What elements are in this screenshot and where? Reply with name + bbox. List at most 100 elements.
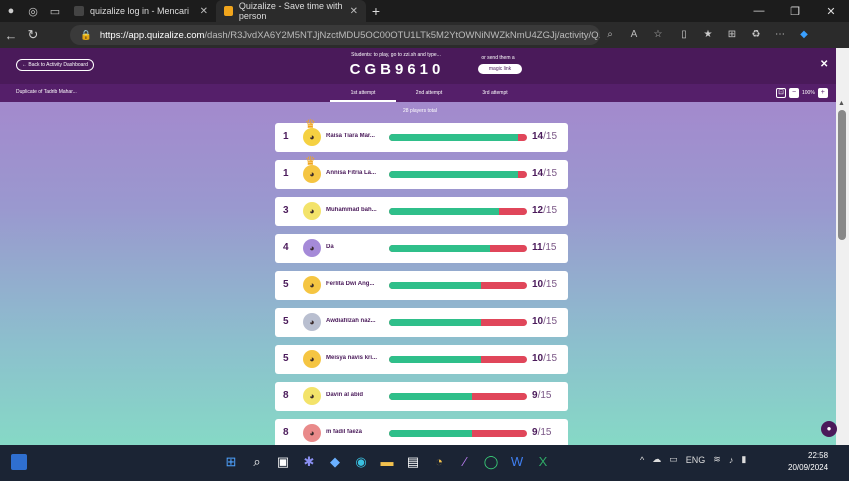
join-code: CGB9610 [349,61,445,78]
widgets-icon[interactable] [11,454,27,470]
browser-tab-active[interactable]: Quizalize - Save time with person ✕ [216,0,366,22]
score: 10/15 [532,279,558,290]
score-bar [389,245,527,252]
language-indicator[interactable]: ENG [686,455,706,465]
leaderboard-row[interactable]: 1 ◕ ♛ Raisa Tiara Mar... 14/15 [275,117,568,152]
search-icon[interactable]: ⌕ [246,451,268,473]
zoom-in-button[interactable]: + [817,88,828,98]
scrollbar[interactable]: ▲ [836,48,849,445]
magic-link-button[interactable]: magic link [478,64,522,74]
player-name: Annisa Fitria La... [326,170,377,176]
teams-icon[interactable]: ✱ [298,451,320,473]
windows-start-icon[interactable]: ⊞ [220,451,242,473]
more-menu-icon[interactable]: ⋯ [768,25,792,45]
leaderboard-row[interactable]: 8 ◕ Davin al abid 9/15 [275,382,568,411]
split-screen-icon[interactable]: ▯ [672,25,696,45]
keyboard-icon[interactable]: ▭ [669,454,678,465]
crown-icon: ♛ [305,117,316,131]
scroll-up-icon[interactable]: ▲ [838,100,845,107]
chevron-up-icon[interactable]: ^ [640,455,644,465]
restore-icon[interactable]: ❐ [777,5,813,18]
back-to-dashboard-button[interactable]: ← Back to Activity Dashboard [16,59,94,71]
leaderboard-row[interactable]: 3 ◕ Muhammad bah... 12/15 [275,197,568,226]
leaderboard-row[interactable]: 8 ◕ m fadil faeza 9/15 [275,419,568,445]
chat-icon[interactable]: ● [821,421,837,437]
rank: 5 [283,353,289,364]
rank: 3 [283,205,289,216]
taskbar: ⊞ ⌕ ▣ ✱ ◆ ◉ ▬ ▤ ◔ ⁄ ◯ W X ^ ☁ ▭ ENG ≋ ♪ … [0,445,849,481]
score-bar-fill [389,282,482,289]
players-total: 28 players total [403,108,437,114]
zoom-search-icon[interactable]: ⌕ [600,25,620,45]
favorite-star-icon[interactable]: ☆ [648,25,668,45]
player-name: Awdiafilzah naz... [326,318,376,324]
url-field[interactable]: 🔒 https://app.quizalize.com /dash/R3JvdX… [70,25,600,45]
whatsapp-icon[interactable]: ◯ [480,451,502,473]
score: 12/15 [532,205,558,216]
tab-1st-attempt[interactable]: 1st attempt [330,84,396,102]
extensions-icon[interactable]: ♻ [744,25,768,45]
score-bar [389,393,527,400]
crown-icon: ♛ [305,154,316,168]
collections-icon[interactable]: ⊞ [720,25,744,45]
refresh-icon[interactable]: ↻ [22,27,44,43]
copilot-icon[interactable]: ◆ [792,25,816,45]
read-aloud-icon[interactable]: A [624,25,644,45]
monster-avatar-icon: ◕ [303,276,321,294]
leaderboard-row[interactable]: 5 ◕ Ferlita Dwi Ang... 10/15 [275,271,568,300]
search-favicon-icon [74,6,84,16]
attempts-bar: Duplicate of Tadrib Mahar... 1st attempt… [0,84,836,102]
score-bar-fill [389,319,482,326]
leaderboard-row[interactable]: 5 ◕ Awdiafilzah naz... 10/15 [275,308,568,337]
tab-2nd-attempt[interactable]: 2nd attempt [396,84,462,102]
player-name: Ferlita Dwi Ang... [326,281,375,287]
address-bar-row: ← ↻ 🔒 https://app.quizalize.com /dash/R3… [0,22,849,48]
score-bar [389,319,527,326]
browser-tab[interactable]: quizalize log in - Mencari ✕ [66,0,216,22]
leaderboard-row[interactable]: 4 ◕ Da 11/15 [275,234,568,263]
new-tab-button[interactable]: + [366,3,386,19]
score-bar [389,171,527,178]
excel-icon[interactable]: X [532,451,554,473]
favorites-icon[interactable]: ★ [696,25,720,45]
close-window-icon[interactable]: ✕ [813,5,849,18]
file-explorer-icon[interactable]: ▬ [376,451,398,473]
weather-icon[interactable]: ☁ [652,454,661,465]
volume-icon[interactable]: ♪ [729,455,734,465]
tab-3rd-attempt[interactable]: 3rd attempt [462,84,528,102]
clock[interactable]: 22:58 20/09/2024 [788,450,828,474]
task-view-icon[interactable]: ▣ [272,451,294,473]
close-icon[interactable]: ✕ [820,59,828,70]
leaderboard-row[interactable]: 1 ◕ ♛ Annisa Fitria La... 14/15 [275,154,568,189]
activity-title: Duplicate of Tadrib Mahar... [16,89,77,95]
player-name: Da [326,244,334,250]
profile-icon[interactable]: ● [0,0,22,22]
app-icon[interactable]: ⁄ [454,451,476,473]
scrollbar-thumb[interactable] [838,110,846,240]
back-icon[interactable]: ← [0,28,22,43]
score-bar-fill [389,171,518,178]
expand-icon[interactable]: ⊡ [776,88,786,98]
leaderboard-row[interactable]: 5 ◕ Meisya navis kri... 10/15 [275,345,568,374]
workspaces-icon[interactable]: ◎ [22,0,44,22]
tab-actions-icon[interactable]: ▭ [44,0,66,22]
score-bar [389,430,527,437]
zoom-level: 100% [802,90,815,96]
edge-icon[interactable]: ◉ [350,451,372,473]
photos-icon[interactable]: ◆ [324,451,346,473]
word-icon[interactable]: W [506,451,528,473]
player-name: m fadil faeza [326,429,363,435]
score: 9/15 [532,390,552,401]
chrome-icon[interactable]: ◔ [428,451,450,473]
score: 11/15 [532,242,557,253]
monster-avatar-icon: ◕ [303,387,321,405]
zoom-out-button[interactable]: − [789,88,799,98]
battery-icon[interactable]: ▮ [741,454,746,465]
url-domain: https://app.quizalize.com [99,29,205,41]
wifi-icon[interactable]: ≋ [713,454,721,465]
join-instructions: Students: to play, go to zzi.sh and type… [351,52,441,58]
close-tab-icon[interactable]: ✕ [350,6,358,17]
minimize-icon[interactable]: — [741,5,777,17]
store-icon[interactable]: ▤ [402,451,424,473]
close-tab-icon[interactable]: ✕ [200,6,208,17]
